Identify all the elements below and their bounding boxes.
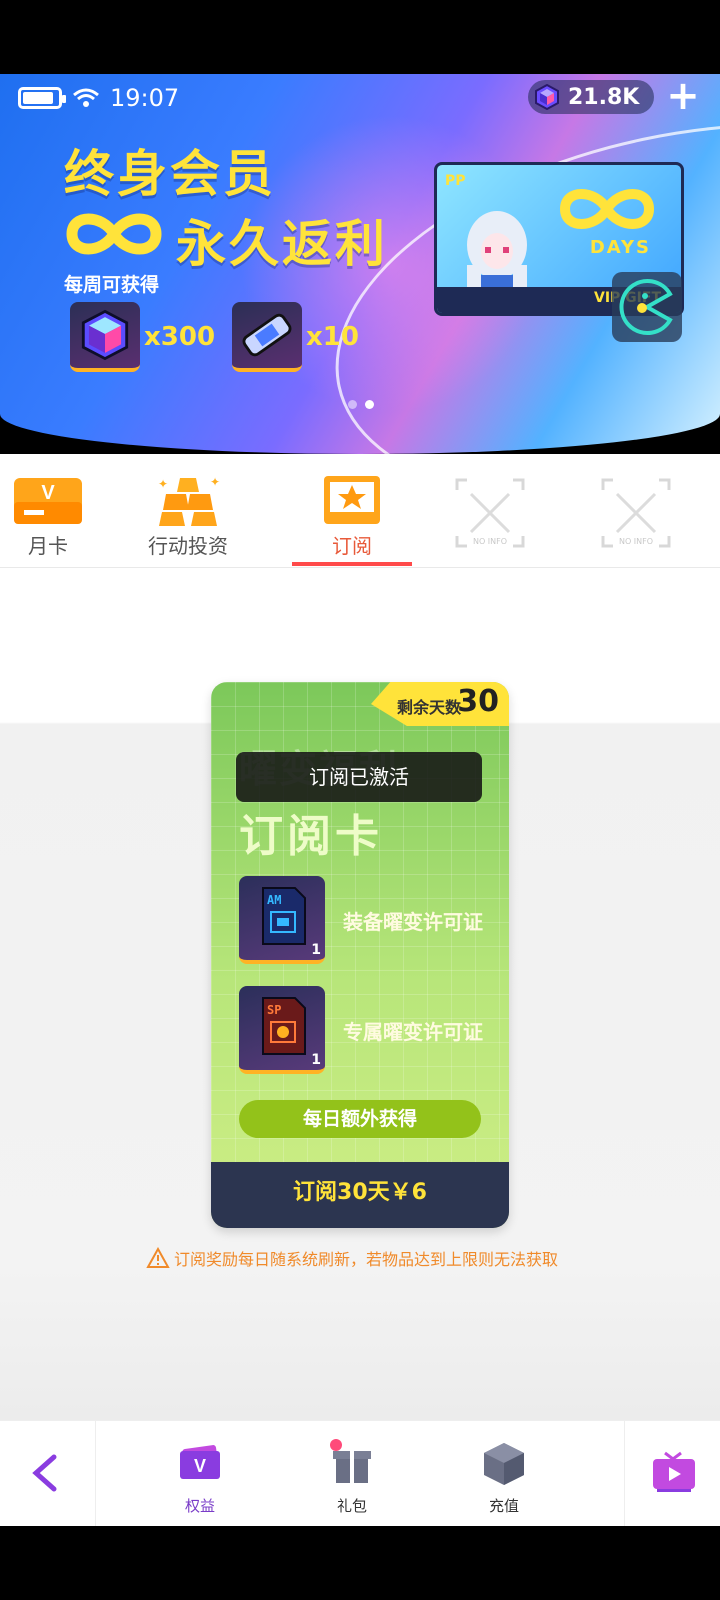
page-dot-2[interactable]: [365, 400, 374, 409]
cube-gem-icon: [81, 309, 129, 361]
daily-bonus-label: 每日额外获得: [239, 1100, 481, 1138]
toast-message: 订阅已激活: [236, 752, 482, 802]
notice-text: 订阅奖励每日随系统刷新，若物品达到上限则无法获取: [174, 1250, 559, 1269]
monthly-card-icon: V: [14, 478, 82, 524]
back-button[interactable]: [0, 1421, 96, 1527]
svg-text:✦: ✦: [210, 475, 220, 489]
svg-text:✦: ✦: [158, 477, 168, 491]
chevron-left-icon: [32, 1454, 57, 1492]
tv-play-icon: [653, 1451, 695, 1492]
gem-icon: [535, 84, 559, 110]
active-tab-underline: [292, 562, 412, 566]
wifi-icon: [73, 88, 99, 107]
remaining-days-label: 剩余天数: [397, 698, 462, 717]
nav-recharge[interactable]: 充值: [454, 1421, 554, 1527]
tab-no-info-2[interactable]: NO INFO: [576, 454, 696, 568]
vip-card-pp: PP: [445, 173, 466, 189]
reward-qty-1: x300: [144, 322, 216, 352]
tab-action-investment[interactable]: ✦ ✦ 行动投资: [128, 454, 248, 568]
item-label: 装备曜变许可证: [343, 910, 483, 934]
bottom-navigation: V 权益 礼包 充值: [0, 1420, 720, 1527]
nav-gift[interactable]: 礼包: [302, 1421, 402, 1527]
item-exclusive-license[interactable]: SP 1: [239, 986, 325, 1074]
gold-bars-icon: ✦ ✦: [158, 475, 220, 526]
category-tabs: V 月卡 ✦ ✦ 行动投资 订阅 NO INFO NO INFO: [0, 454, 720, 568]
no-info-icon: NO INFO: [455, 478, 525, 548]
item-count: 1: [311, 1052, 321, 1068]
reward-capsule: [232, 302, 302, 372]
card-infinity-icon: [559, 189, 655, 229]
item-equipment-license[interactable]: AM 1: [239, 876, 325, 964]
nav-perks[interactable]: V 权益: [150, 1421, 250, 1527]
banner-title-line1: 终身会员: [64, 145, 276, 203]
nav-label: 充值: [488, 1497, 519, 1515]
video-button[interactable]: [624, 1421, 720, 1527]
tab-label: 订阅: [332, 534, 372, 558]
reward-qty-2: x10: [306, 322, 359, 352]
tab-label: 行动投资: [148, 534, 228, 558]
tab-no-info-1[interactable]: NO INFO: [430, 454, 550, 568]
weekly-label: 每周可获得: [64, 274, 160, 296]
refresh-notice: 订阅奖励每日随系统刷新，若物品达到上限则无法获取: [146, 1244, 606, 1272]
item-label: 专属曜变许可证: [343, 1020, 483, 1044]
nav-label: 权益: [184, 1497, 215, 1515]
status-bar: 19:07: [18, 84, 179, 112]
svg-text:V: V: [194, 1456, 206, 1476]
nav-label: 礼包: [336, 1497, 367, 1515]
currency-amount: 21.8K: [568, 84, 640, 110]
pacman-icon: [619, 279, 673, 335]
vip-perks-icon: V: [180, 1445, 220, 1479]
bottom-black-bar: [0, 1526, 720, 1600]
banner-page-indicator: [348, 400, 374, 409]
no-info-icon: NO INFO: [601, 478, 671, 548]
clock: 19:07: [110, 84, 180, 112]
item-count: 1: [311, 942, 321, 958]
tab-subscription[interactable]: 订阅: [292, 454, 412, 568]
warning-icon: [146, 1247, 170, 1268]
gift-icon: [330, 1439, 371, 1483]
add-currency-plus-icon[interactable]: +: [666, 76, 700, 116]
remaining-days-value: 30: [457, 684, 499, 719]
subscription-icon: [324, 476, 380, 524]
infinity-icon: [66, 213, 162, 255]
page-dot-1[interactable]: [348, 400, 357, 409]
pacman-float-button[interactable]: [612, 272, 682, 342]
am-license-icon: AM: [262, 887, 306, 945]
am-tag: AM: [267, 893, 281, 907]
tab-label: 月卡: [28, 534, 68, 558]
subscribe-buy-button[interactable]: 订阅30天￥6: [211, 1162, 509, 1228]
vip-card-days: DAYS: [589, 237, 651, 258]
top-black-bar: [0, 0, 720, 74]
no-info-text: NO INFO: [473, 537, 507, 546]
svg-text:V: V: [41, 482, 55, 504]
recharge-box-icon: [484, 1443, 524, 1485]
capsule-icon: [242, 313, 292, 357]
reward-cube-gem: [70, 302, 140, 372]
tab-monthly-card[interactable]: V 月卡: [0, 454, 108, 568]
sp-tag: SP: [267, 1003, 281, 1017]
currency-balance[interactable]: 21.8K: [528, 80, 654, 114]
battery-icon: [18, 87, 66, 109]
no-info-text: NO INFO: [619, 537, 653, 546]
banner-title-line2: 永久返利: [176, 215, 388, 273]
sp-license-icon: SP: [262, 997, 306, 1055]
card-title: 订阅卡: [239, 811, 383, 862]
